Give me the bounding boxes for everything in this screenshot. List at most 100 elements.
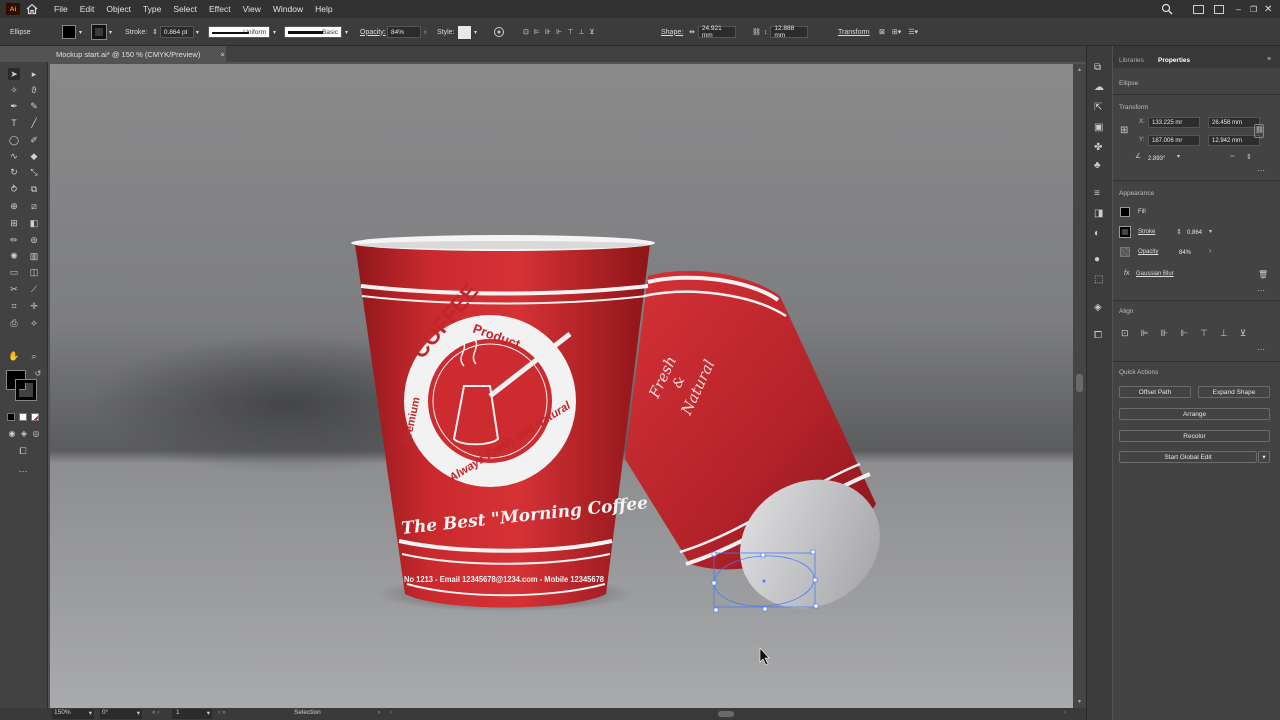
menu-edit[interactable]: Edit [74, 4, 101, 14]
align-right-icon[interactable]: ⊩ [556, 28, 562, 36]
reference-point-grid-icon[interactable]: ⊞ [1120, 125, 1132, 137]
menu-file[interactable]: File [48, 4, 74, 14]
align-hcenter-icon[interactable]: ⊪ [545, 28, 551, 36]
status-menu-icon[interactable]: › [378, 709, 380, 716]
global-edit-dropdown-icon[interactable]: ▾ [1258, 451, 1270, 463]
scroll-thumb[interactable] [1076, 374, 1083, 392]
artboard-field[interactable]: 1 ▾ [172, 709, 212, 719]
crop-tool-icon[interactable]: ⌗ [8, 300, 20, 312]
free-transform-tool-icon[interactable]: ⧉ [28, 183, 40, 195]
column-graph-tool-icon[interactable]: ▥ [28, 250, 40, 262]
align-bottom-icon[interactable]: ⊻ [589, 28, 594, 36]
print-tiling-tool-icon[interactable]: ⎙ [8, 317, 20, 329]
arrange-button[interactable]: Arrange [1119, 408, 1270, 420]
stroke-panel-icon[interactable]: ≡ [1094, 188, 1100, 199]
restore-window-icon[interactable]: ❐ [1250, 5, 1264, 14]
hscroll-left-icon[interactable]: ‹ [390, 709, 392, 716]
stroke-swatch[interactable]: ▾ [91, 24, 112, 40]
scroll-down-icon[interactable]: ▾ [1075, 698, 1084, 705]
type-tool-icon[interactable]: T [8, 117, 20, 129]
none-mode-icon[interactable] [31, 413, 39, 421]
measure-tool-icon[interactable]: ✛ [28, 300, 40, 312]
scroll-up-icon[interactable]: ▴ [1075, 66, 1084, 73]
flip-vertical-icon[interactable]: ⇕ [1246, 153, 1252, 161]
scale-tool-icon[interactable]: ⤡ [28, 166, 40, 178]
shape-builder-tool-icon[interactable]: ⊕ [8, 200, 20, 212]
knife-tool-icon[interactable]: ⟋ [28, 283, 40, 295]
magic-wand-tool-icon[interactable]: ✧ [8, 84, 20, 96]
pen-tool-icon[interactable]: ✒ [8, 100, 20, 112]
next-artboard-icon[interactable]: › » [218, 709, 226, 716]
appearance-panel-icon[interactable]: ● [1094, 254, 1100, 265]
align-to-icon[interactable]: ⊡ [523, 28, 529, 36]
y-field[interactable]: 187.006 mr [1148, 135, 1200, 146]
panel-align-top-icon[interactable]: ⊤ [1200, 328, 1208, 339]
close-window-icon[interactable]: ✕ [1264, 4, 1280, 15]
gaussian-blur-effect[interactable]: Gaussian Blur [1136, 271, 1174, 277]
reference-point-icon[interactable]: ⊞▾ [892, 28, 901, 36]
angle-dropdown-icon[interactable]: ▾ [1177, 153, 1180, 160]
layers-panel-icon[interactable]: ◈ [1094, 302, 1102, 313]
transform-more-icon[interactable]: ⋯ [1257, 166, 1265, 175]
artboard-tool-icon[interactable]: ▭ [8, 266, 20, 278]
image-trace-icon[interactable]: ▣ [1094, 122, 1103, 133]
hscroll-right-icon[interactable]: › [1064, 709, 1066, 716]
align-vcenter-icon[interactable]: ⊥ [578, 28, 584, 36]
zoom-tool-icon[interactable]: ⌕ [28, 350, 40, 362]
paintbrush-tool-icon[interactable]: ✐ [28, 134, 40, 146]
asset-export-icon[interactable]: ⇱ [1094, 102, 1102, 113]
line-tool-icon[interactable]: ╱ [28, 117, 40, 129]
mesh-tool-icon[interactable]: ⊞ [8, 217, 20, 229]
hscroll-thumb[interactable] [718, 711, 734, 717]
angle-field[interactable]: 2.893° [1145, 153, 1181, 164]
gradient-panel-icon[interactable]: ◨ [1094, 208, 1103, 219]
x-field[interactable]: 133.225 mr [1148, 117, 1200, 128]
symbols-panel-icon[interactable]: ♣ [1094, 160, 1101, 171]
constrain-proportions-icon[interactable]: ⛓ [752, 28, 761, 36]
tab-libraries[interactable]: Libraries [1119, 57, 1144, 64]
curvature-tool-icon[interactable]: ✎ [28, 100, 40, 112]
blend-tool-icon[interactable]: ⊚ [28, 234, 40, 246]
search-icon[interactable] [1161, 3, 1173, 15]
opacity-field[interactable]: 84% › [387, 25, 426, 39]
menu-view[interactable]: View [237, 4, 267, 14]
eyedropper-tool-icon[interactable]: ✏ [8, 234, 20, 246]
hand-tool-icon[interactable]: ✋ [8, 350, 20, 362]
h-field[interactable]: 12.942 mm [1208, 135, 1260, 146]
panel-align-left-icon[interactable]: ⊫ [1141, 328, 1149, 339]
delete-effect-icon[interactable]: 🗑 [1258, 270, 1268, 279]
offset-path-button[interactable]: Offset Path [1119, 386, 1191, 398]
panel-menu-icon[interactable]: ≡ [1267, 56, 1271, 63]
tab-properties[interactable]: Properties [1158, 57, 1190, 64]
graphic-style-swatch[interactable]: ▾ [458, 25, 477, 39]
align-top-icon[interactable]: ⊤ [567, 28, 573, 36]
workspace-icon[interactable] [1193, 4, 1204, 14]
brush-definition[interactable]: Basic ▾ [284, 25, 348, 39]
flip-horizontal-icon[interactable]: ⇔ [1229, 153, 1236, 160]
align-more-icon[interactable]: ⋯ [1257, 345, 1265, 354]
eraser-tool-icon[interactable]: ◆ [28, 150, 40, 162]
shaper-tool-icon[interactable]: ∿ [8, 150, 20, 162]
cc-libraries-icon[interactable]: ☁ [1094, 82, 1104, 93]
symbol-sprayer-tool-icon[interactable]: ✺ [8, 250, 20, 262]
panel-align-hcenter-icon[interactable]: ⊪ [1160, 328, 1168, 339]
home-icon[interactable] [26, 3, 38, 15]
width-tool-icon[interactable]: ⟡ [28, 317, 40, 329]
arrange-documents-icon[interactable] [1214, 4, 1224, 14]
brushes-panel-icon[interactable]: ✤ [1094, 142, 1102, 153]
draw-behind-icon[interactable]: ◈ [18, 428, 30, 440]
align-left-icon[interactable]: ⊫ [534, 28, 540, 36]
ellipse-tool-icon[interactable]: ◯ [8, 134, 20, 146]
gradient-mode-icon[interactable] [19, 413, 27, 421]
stroke-color-swatch[interactable] [15, 379, 37, 401]
menu-object[interactable]: Object [100, 4, 137, 14]
menu-effect[interactable]: Effect [203, 4, 237, 14]
minimize-window-icon[interactable]: – [1236, 4, 1250, 14]
perspective-grid-tool-icon[interactable]: ⧄ [28, 200, 40, 212]
prev-artboard-icon[interactable]: « ‹ [152, 709, 160, 716]
menu-select[interactable]: Select [167, 4, 203, 14]
menu-window[interactable]: Window [267, 4, 309, 14]
stroke-label[interactable]: Stroke [1138, 229, 1155, 235]
expand-shape-button[interactable]: Expand Shape [1198, 386, 1270, 398]
opacity-panel-field[interactable]: 84% [1176, 247, 1206, 258]
